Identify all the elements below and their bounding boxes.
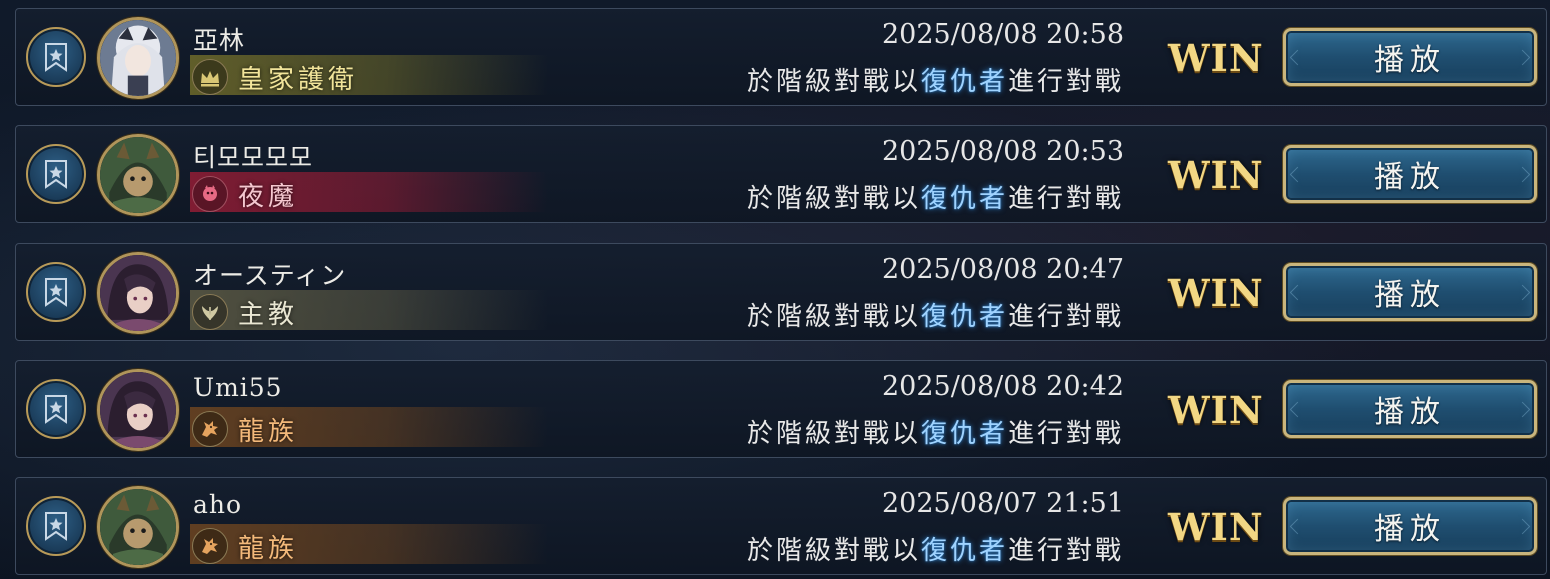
deck-class-highlight: 復仇者 (920, 302, 1008, 332)
replay-button[interactable]: 播放 (1283, 263, 1537, 321)
match-description: 於階級對戰以復仇者進行對戰 (747, 61, 1124, 98)
match-row: 티모모모모 夜魔 2025/08/08 20:53 於階級對戰以復仇者進行對戰 … (15, 125, 1547, 223)
desc-prefix: 於階級對戰以 (746, 302, 921, 332)
class-name: 龍族 (238, 534, 299, 564)
avatar (97, 17, 179, 99)
dragon-icon (202, 538, 218, 554)
bookmark-star-icon (45, 512, 67, 541)
deck-class-highlight: 復仇者 (920, 184, 1008, 214)
replay-button-label: 播放 (1374, 43, 1446, 78)
class-name: 夜魔 (238, 182, 299, 212)
class-band: 龍族 (190, 407, 548, 447)
match-timestamp: 2025/08/08 20:47 (881, 254, 1124, 285)
class-band: 皇家護衛 (190, 55, 548, 95)
match-description: 於階級對戰以復仇者進行對戰 (747, 296, 1124, 333)
dragon-icon (202, 421, 218, 437)
avatar-white-hair-icon (100, 20, 176, 96)
player-name: aho (193, 490, 243, 519)
deck-class-highlight: 復仇者 (920, 419, 1008, 449)
favorite-button[interactable] (26, 379, 86, 439)
player-name: Umi55 (193, 373, 283, 402)
avatar (97, 134, 179, 216)
desc-prefix: 於階級對戰以 (746, 67, 921, 97)
replay-button-label: 播放 (1374, 160, 1446, 195)
player-name: 亞林 (193, 26, 246, 55)
class-icon (192, 528, 228, 564)
bookmark-star-icon (45, 395, 67, 424)
match-result: WIN (1168, 271, 1264, 315)
replay-button[interactable]: 播放 (1283, 28, 1537, 86)
class-icon (192, 411, 228, 447)
class-band: 龍族 (190, 524, 548, 564)
class-name: 皇家護衛 (238, 65, 359, 95)
crown-icon (201, 71, 219, 87)
avatar-dark-hair-icon (100, 255, 176, 331)
replay-button-label: 播放 (1374, 512, 1446, 547)
wings-icon (202, 306, 218, 320)
class-band: 夜魔 (190, 172, 548, 212)
avatar (97, 369, 179, 451)
desc-suffix: 進行對戰 (1007, 419, 1124, 449)
class-icon (192, 59, 228, 95)
bookmark-star-icon (45, 278, 67, 307)
avatar (97, 252, 179, 334)
avatar-dark-hair-icon (100, 372, 176, 448)
class-name: 主教 (238, 300, 299, 330)
replay-button-label: 播放 (1374, 395, 1446, 430)
desc-prefix: 於階級對戰以 (746, 419, 921, 449)
match-description: 於階級對戰以復仇者進行對戰 (747, 530, 1124, 567)
desc-suffix: 進行對戰 (1007, 536, 1124, 566)
desc-prefix: 於階級對戰以 (746, 184, 921, 214)
favorite-button[interactable] (26, 496, 86, 556)
match-timestamp: 2025/08/08 20:42 (881, 371, 1124, 402)
match-description: 於階級對戰以復仇者進行對戰 (747, 413, 1124, 450)
match-description: 於階級對戰以復仇者進行對戰 (747, 178, 1124, 215)
bookmark-star-icon (45, 160, 67, 189)
class-name: 龍族 (238, 417, 299, 447)
class-band: 主教 (190, 290, 548, 330)
match-row: Umi55 龍族 2025/08/08 20:42 於階級對戰以復仇者進行對戰 … (15, 360, 1547, 458)
desc-prefix: 於階級對戰以 (746, 536, 921, 566)
class-icon (192, 294, 228, 330)
match-timestamp: 2025/08/08 20:53 (881, 136, 1124, 167)
player-name: 티모모모모 (193, 143, 314, 172)
replay-button[interactable]: 播放 (1283, 497, 1537, 555)
match-result: WIN (1168, 36, 1264, 80)
replay-button-label: 播放 (1374, 278, 1446, 313)
match-result: WIN (1168, 153, 1264, 197)
replay-button[interactable]: 播放 (1283, 145, 1537, 203)
class-icon (192, 176, 228, 212)
desc-suffix: 進行對戰 (1007, 67, 1124, 97)
favorite-button[interactable] (26, 262, 86, 322)
avatar-hooded-icon (100, 489, 176, 565)
match-history-panel: 亞林 皇家護衛 2025/08/08 20:58 於階級對戰以復仇者進行對戰 W… (0, 0, 1550, 579)
match-timestamp: 2025/08/08 20:58 (881, 19, 1124, 50)
desc-suffix: 進行對戰 (1007, 302, 1124, 332)
avatar-hooded-icon (100, 137, 176, 213)
match-row: aho 龍族 2025/08/07 21:51 於階級對戰以復仇者進行對戰 WI… (15, 477, 1547, 575)
favorite-button[interactable] (26, 144, 86, 204)
avatar (97, 486, 179, 568)
favorite-button[interactable] (26, 27, 86, 87)
desc-suffix: 進行對戰 (1007, 184, 1124, 214)
match-row: オースティン 主教 2025/08/08 20:47 於階級對戰以復仇者進行對戰… (15, 243, 1547, 341)
match-timestamp: 2025/08/07 21:51 (881, 488, 1124, 519)
bookmark-star-icon (45, 43, 67, 72)
deck-class-highlight: 復仇者 (920, 67, 1008, 97)
match-result: WIN (1168, 388, 1264, 432)
match-result: WIN (1168, 505, 1264, 549)
replay-button[interactable]: 播放 (1283, 380, 1537, 438)
player-name: オースティン (193, 261, 347, 290)
deck-class-highlight: 復仇者 (920, 536, 1008, 566)
match-row: 亞林 皇家護衛 2025/08/08 20:58 於階級對戰以復仇者進行對戰 W… (15, 8, 1547, 106)
bat-icon (203, 185, 217, 201)
